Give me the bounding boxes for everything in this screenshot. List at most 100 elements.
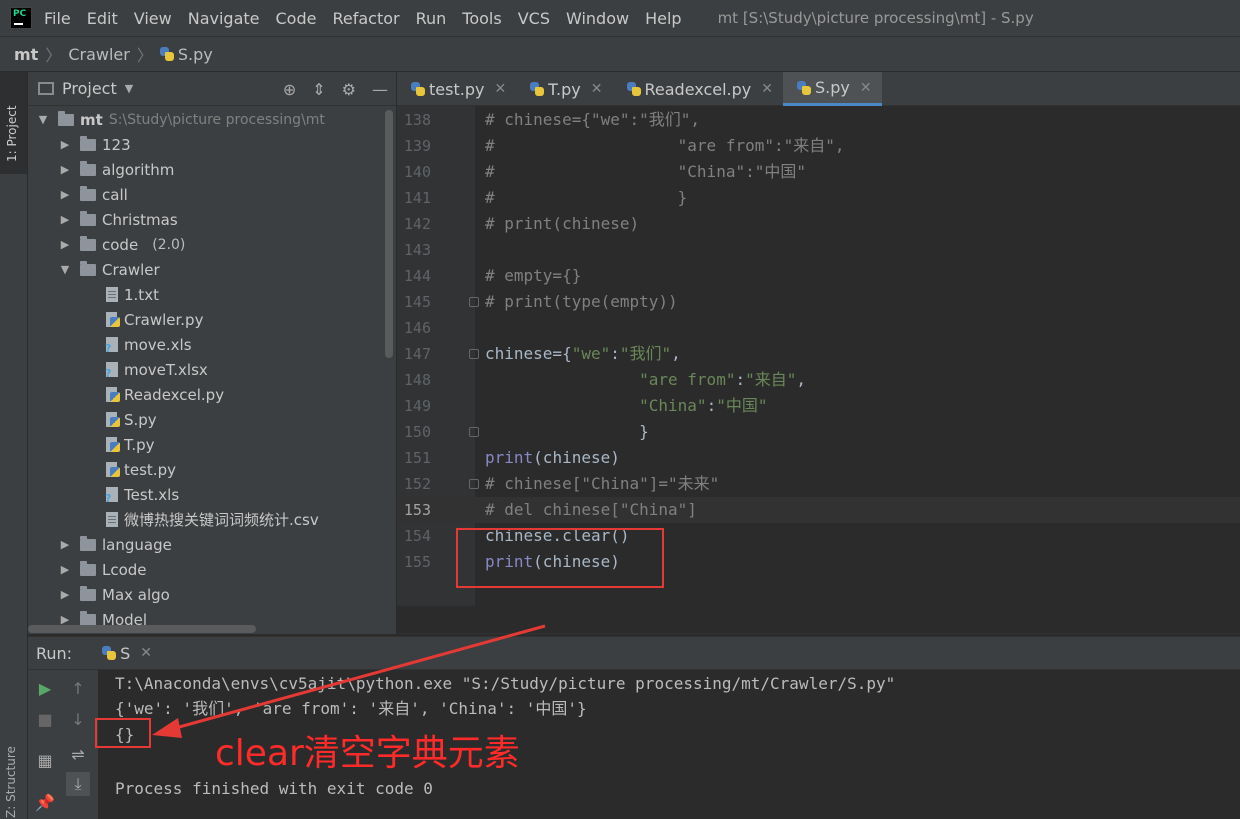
locate-file-icon[interactable]: ⊕ <box>283 80 296 99</box>
tree-item[interactable]: ▼ Crawler <box>58 257 160 282</box>
run-toolbar: ▶ ↑ ■ ↓ ▦ ⇌ ⤓ 📌 <box>28 670 98 819</box>
code-line[interactable]: 140 # "China":"中国" <box>397 159 1240 185</box>
tree-item[interactable]: ▶ call <box>58 182 128 207</box>
breadcrumb-file[interactable]: S.py <box>178 45 213 64</box>
tree-item[interactable]: ▶ language <box>58 532 172 557</box>
rerun-icon[interactable]: ▶ <box>33 676 57 700</box>
menu-view[interactable]: View <box>134 9 172 28</box>
close-icon[interactable]: ✕ <box>140 645 152 661</box>
tree-item[interactable]: T.py <box>106 432 155 457</box>
tree-item[interactable]: Crawler.py <box>106 307 203 332</box>
tree-item[interactable]: S.py <box>106 407 157 432</box>
tree-horizontal-scrollbar[interactable] <box>28 625 256 633</box>
gear-icon[interactable]: ⚙ <box>342 80 356 99</box>
menu-tools[interactable]: Tools <box>462 9 501 28</box>
code-line[interactable]: 144 # empty={} <box>397 263 1240 289</box>
editor-empty-area[interactable] <box>397 606 1240 634</box>
tree-item[interactable]: ▶ Max algo <box>58 582 170 607</box>
tree-item[interactable]: ? move.xls <box>105 332 192 357</box>
scroll-up-icon[interactable]: ↑ <box>66 676 90 700</box>
breadcrumb-folder[interactable]: Crawler <box>68 45 130 64</box>
code-line[interactable]: 143 <box>397 237 1240 263</box>
close-icon[interactable]: ✕ <box>591 81 603 97</box>
tab-s-py[interactable]: S.py ✕ <box>782 72 882 106</box>
structure-tool-button[interactable]: Z: Structure <box>4 746 18 818</box>
tab-test-py[interactable]: test.py ✕ <box>397 72 516 106</box>
tree-vertical-scrollbar[interactable] <box>385 110 393 358</box>
pin-icon[interactable]: 📌 <box>33 790 57 814</box>
chevron-right-icon[interactable]: ▶ <box>58 588 72 601</box>
menu-run[interactable]: Run <box>416 9 447 28</box>
code-line[interactable]: 150 } <box>397 419 1240 445</box>
close-icon[interactable]: ✕ <box>761 81 773 97</box>
python-file-icon <box>106 412 120 427</box>
chevron-right-icon[interactable]: ▶ <box>58 563 72 576</box>
text-file-icon <box>106 512 118 527</box>
code-line[interactable]: 148 "are from":"来自", <box>397 367 1240 393</box>
tree-item[interactable]: ▶ Christmas <box>58 207 178 232</box>
line-number: 152 <box>403 475 431 493</box>
project-view-selector[interactable]: Project <box>62 79 117 98</box>
chevron-down-icon[interactable]: ▼ <box>36 113 50 126</box>
tab-t-py[interactable]: T.py ✕ <box>516 72 612 106</box>
tree-item[interactable]: ▶ 123 <box>58 132 131 157</box>
stop-icon[interactable]: ■ <box>33 707 57 731</box>
chevron-right-icon[interactable]: ▶ <box>58 538 72 551</box>
chevron-right-icon[interactable]: ▶ <box>58 138 72 151</box>
code-text: # print(type(empty)) <box>485 292 678 311</box>
chevron-right-icon[interactable]: ▶ <box>58 188 72 201</box>
menu-vcs[interactable]: VCS <box>518 9 550 28</box>
code-line[interactable]: 151 print(chinese) <box>397 445 1240 471</box>
code-line[interactable]: 142 # print(chinese) <box>397 211 1240 237</box>
breadcrumb-separator-icon: 〉 <box>136 46 153 65</box>
code-line[interactable]: 147 chinese={"we":"我们", <box>397 341 1240 367</box>
code-line[interactable]: 141 # } <box>397 185 1240 211</box>
tree-item[interactable]: 1.txt <box>106 282 159 307</box>
menu-navigate[interactable]: Navigate <box>188 9 260 28</box>
breadcrumb-project[interactable]: mt <box>14 45 38 64</box>
chevron-right-icon[interactable]: ▶ <box>58 213 72 226</box>
fold-marker-icon[interactable] <box>469 427 479 437</box>
collapse-all-icon[interactable]: ⇕ <box>312 80 325 99</box>
tree-root[interactable]: ▼ mt S:\Study\picture processing\mt <box>36 107 325 132</box>
tree-item[interactable]: ▶ Lcode <box>58 557 147 582</box>
tree-item[interactable]: ? moveT.xlsx <box>105 357 208 382</box>
chevron-down-icon[interactable]: ▼ <box>58 263 72 276</box>
scroll-down-icon[interactable]: ↓ <box>66 707 90 731</box>
layout-icon[interactable]: ▦ <box>33 748 57 772</box>
chevron-right-icon[interactable]: ▶ <box>58 238 72 251</box>
tab-readexcel-py[interactable]: Readexcel.py ✕ <box>613 72 783 106</box>
close-icon[interactable]: ✕ <box>494 81 506 97</box>
soft-wrap-icon[interactable]: ⇌ <box>66 742 90 766</box>
code-line[interactable]: 138 # chinese={"we":"我们", <box>397 107 1240 133</box>
code-line[interactable]: 145 # print(type(empty)) <box>397 289 1240 315</box>
fold-marker-icon[interactable] <box>469 479 479 489</box>
tree-item[interactable]: test.py <box>106 457 176 482</box>
chevron-down-icon[interactable]: ▼ <box>125 82 133 95</box>
scroll-to-end-icon[interactable]: ⤓ <box>66 772 90 796</box>
tree-item[interactable]: ▶ code (2.0) <box>58 232 185 257</box>
project-tool-button[interactable]: 1: Project <box>0 72 27 174</box>
tree-item[interactable]: ▶ algorithm <box>58 157 174 182</box>
hide-panel-icon[interactable]: — <box>372 80 388 99</box>
code-line[interactable]: 152 # chinese["China"]="未来" <box>397 471 1240 497</box>
fold-marker-icon[interactable] <box>469 349 479 359</box>
code-line[interactable]: 153 # del chinese["China"] <box>397 497 1240 523</box>
close-icon[interactable]: ✕ <box>860 80 872 96</box>
code-line[interactable]: 149 "China":"中国" <box>397 393 1240 419</box>
menu-file[interactable]: File <box>44 9 71 28</box>
menu-edit[interactable]: Edit <box>87 9 118 28</box>
menu-refactor[interactable]: Refactor <box>332 9 399 28</box>
tree-item[interactable]: ? Test.xls <box>105 482 179 507</box>
tree-item[interactable]: 微博热搜关键词词频统计.csv <box>106 507 319 532</box>
code-line[interactable]: 139 # "are from":"来自", <box>397 133 1240 159</box>
fold-marker-icon[interactable] <box>469 297 479 307</box>
annotation-text: clear清空字典元素 <box>215 733 520 774</box>
menu-help[interactable]: Help <box>645 9 681 28</box>
menu-code[interactable]: Code <box>276 9 317 28</box>
run-tab[interactable]: S ✕ <box>94 636 160 670</box>
menu-window[interactable]: Window <box>566 9 629 28</box>
tree-item[interactable]: Readexcel.py <box>106 382 224 407</box>
chevron-right-icon[interactable]: ▶ <box>58 163 72 176</box>
code-line[interactable]: 146 <box>397 315 1240 341</box>
